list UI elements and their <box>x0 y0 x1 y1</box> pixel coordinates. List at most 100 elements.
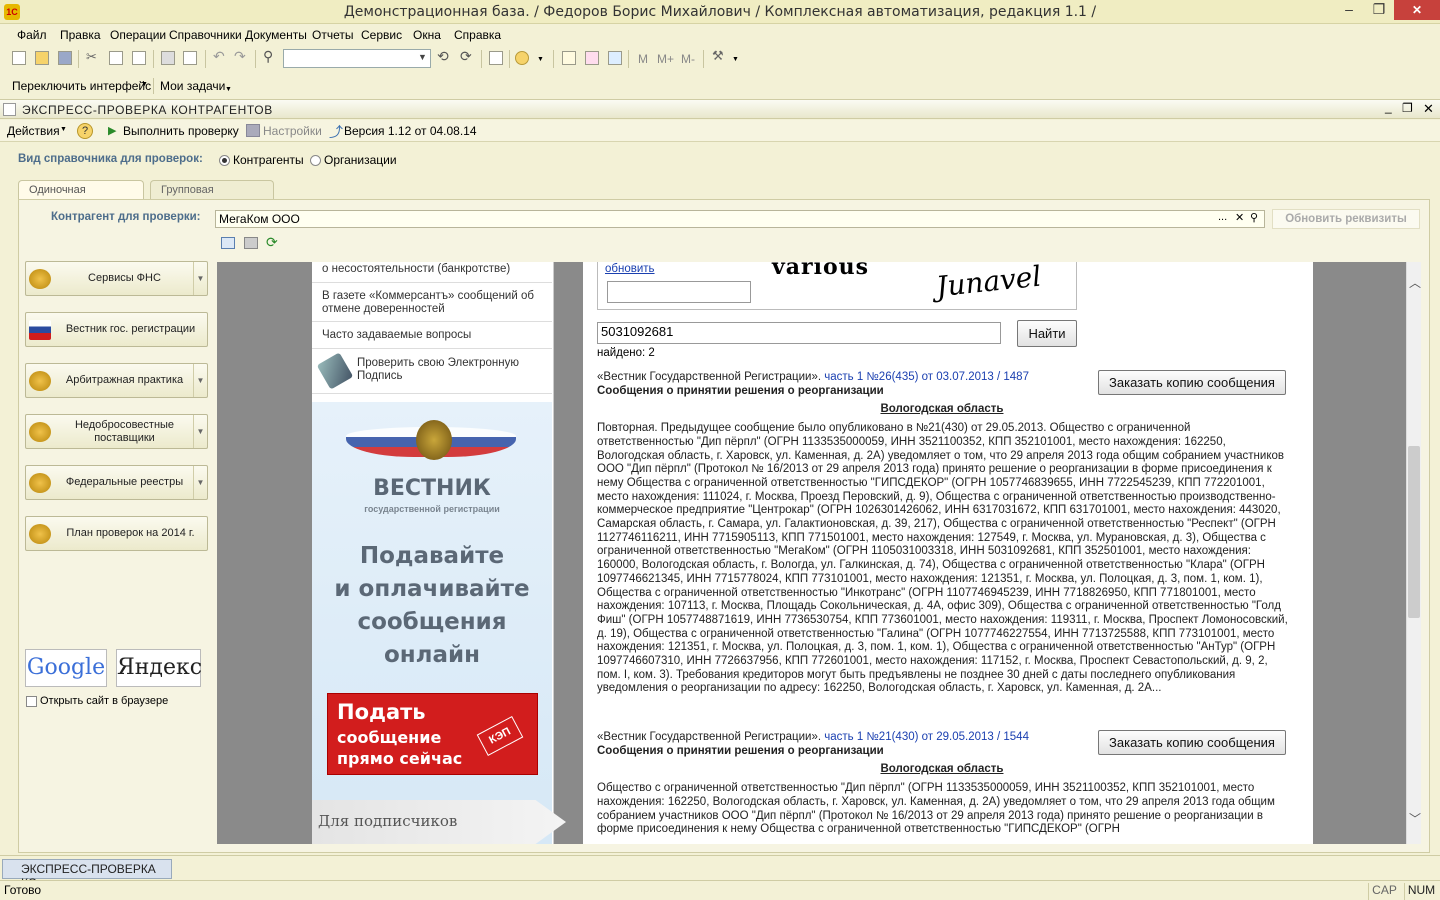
banner-slogan: Подавайте и оплачивайте сообщения онлайн <box>312 540 552 672</box>
banner-logo: ВЕСТНИК <box>373 476 491 501</box>
chevron-down-icon[interactable]: ▼ <box>537 56 544 63</box>
order-copy-button[interactable]: Заказать копию сообщения <box>1098 370 1286 395</box>
scrollbar-thumb[interactable] <box>1408 446 1420 618</box>
windows-icon[interactable] <box>489 51 503 65</box>
home-icon[interactable] <box>244 237 258 249</box>
chevron-down-icon[interactable]: ▼ <box>225 86 232 93</box>
vertical-scrollbar[interactable]: ︿ ﹀ <box>1406 262 1421 844</box>
menu-operations[interactable]: Операции <box>110 28 166 42</box>
link-faq[interactable]: Часто задаваемые вопросы <box>322 329 547 342</box>
chevron-down-icon[interactable]: ▼ <box>732 56 739 63</box>
scroll-up-icon[interactable]: ︿ <box>1409 274 1421 291</box>
restore-document-button[interactable]: ❐ <box>1402 101 1413 115</box>
chevron-down-icon[interactable]: ▼ <box>193 466 207 499</box>
paste-icon[interactable] <box>132 51 146 65</box>
chevron-down-icon[interactable]: ▼ <box>141 81 148 88</box>
service-unfair-suppliers-button[interactable]: Недобросовестные поставщики ▼ <box>25 414 208 449</box>
undo-icon[interactable]: ↶ <box>213 48 227 64</box>
restore-button[interactable]: ❐ <box>1364 0 1394 20</box>
calendar-icon[interactable] <box>585 51 599 65</box>
memory-button[interactable]: M <box>638 52 648 66</box>
users-icon[interactable] <box>608 51 622 65</box>
submit-message-button[interactable]: Подать сообщение прямо сейчас КЭП <box>327 693 538 775</box>
toolbar-separator <box>628 50 629 68</box>
copy-icon[interactable] <box>109 51 123 65</box>
captcha-refresh-link[interactable]: обновить <box>605 263 655 275</box>
open-browser-label: Открыть сайт в браузере <box>40 695 169 707</box>
taskbar-item[interactable]: ЭКСПРЕСС-ПРОВЕРКА КО... <box>2 859 172 890</box>
redo-icon[interactable]: ↷ <box>234 48 248 64</box>
result-ref-link[interactable]: часть 1 №21(430) от 29.05.2013 / 1544 <box>824 731 1029 743</box>
refresh-requisites-button[interactable]: Обновить реквизиты <box>1272 209 1420 229</box>
chevron-down-icon[interactable]: ▼ <box>193 415 207 448</box>
run-check-button[interactable]: Выполнить проверку <box>123 124 239 138</box>
settings-button[interactable]: Настройки <box>263 124 322 138</box>
yandex-button[interactable]: Яндекс <box>116 649 202 687</box>
menu-references[interactable]: Справочники <box>169 28 242 42</box>
refresh-icon[interactable]: ⟳ <box>266 234 278 251</box>
calculator-icon[interactable] <box>562 51 576 65</box>
find-next-icon[interactable]: ⟲ <box>437 48 451 64</box>
service-arbitrage-button[interactable]: Арбитражная практика ▼ <box>25 363 208 398</box>
tools-icon[interactable]: ⚒ <box>712 48 726 63</box>
close-document-button[interactable]: ✕ <box>1423 101 1434 117</box>
select-button[interactable]: ... <box>1218 211 1227 223</box>
captcha-input[interactable] <box>607 281 751 303</box>
clear-icon[interactable]: ✕ <box>1235 211 1244 224</box>
search-icon[interactable]: ⚲ <box>263 48 277 64</box>
menu-reports[interactable]: Отчеты <box>312 28 353 42</box>
print-preview-icon[interactable] <box>183 51 197 65</box>
back-icon[interactable] <box>221 237 235 249</box>
service-inspection-plan-button[interactable]: План проверок на 2014 г. <box>25 516 208 551</box>
minimize-document-button[interactable]: _ <box>1385 100 1392 114</box>
service-fns-button[interactable]: Сервисы ФНС ▼ <box>25 261 208 296</box>
radio-organizations[interactable]: Организации <box>310 153 397 167</box>
link-bankruptcy[interactable]: о несостоятельности (банкротстве) <box>322 263 547 276</box>
minimize-button[interactable]: – <box>1334 0 1364 20</box>
tab-single-check[interactable]: Одиночная проверка <box>18 180 144 208</box>
subscribers-tab[interactable]: Для подписчиков <box>312 800 566 844</box>
print-icon[interactable] <box>161 51 175 65</box>
service-vestnik-button[interactable]: Вестник гос. регистрации <box>25 312 208 347</box>
chevron-down-icon[interactable]: ▼ <box>193 364 207 397</box>
vestnik-banner[interactable]: ВЕСТНИК государственной регистрации Пода… <box>312 402 566 844</box>
memory-minus-button[interactable]: M- <box>681 52 695 66</box>
close-window-button[interactable]: ✕ <box>1394 0 1440 20</box>
menu-help[interactable]: Справка <box>454 28 501 42</box>
menu-service[interactable]: Сервис <box>361 28 402 42</box>
actions-menu[interactable]: Действия <box>7 124 60 138</box>
new-document-icon[interactable] <box>12 51 26 65</box>
open-folder-icon[interactable] <box>35 51 49 65</box>
service-federal-registers-button[interactable]: Федеральные реестры ▼ <box>25 465 208 500</box>
web-browser-view[interactable]: о несостоятельности (банкротстве) В газе… <box>217 262 1406 844</box>
switch-interface-button[interactable]: Переключить интерфейс <box>12 79 151 93</box>
open-browser-checkbox[interactable] <box>26 696 37 707</box>
chevron-down-icon[interactable]: ▼ <box>60 126 67 133</box>
google-button[interactable]: Google <box>25 649 107 687</box>
radio-contractors[interactable]: Контрагенты <box>219 153 304 167</box>
menu-windows[interactable]: Окна <box>413 28 441 42</box>
my-tasks-button[interactable]: Мои задачи <box>160 79 225 93</box>
help-icon[interactable]: ? <box>77 123 93 139</box>
toolbar-search-input[interactable] <box>283 49 431 68</box>
menu-file[interactable]: Файл <box>17 28 47 42</box>
order-copy-button[interactable]: Заказать копию сообщения <box>1098 730 1286 755</box>
lookup-icon[interactable]: ⚲ <box>1250 211 1258 224</box>
scroll-down-icon[interactable]: ﹀ <box>1409 810 1421 827</box>
link-kommersant[interactable]: В газете «Коммерсантъ» сообщений об отме… <box>322 290 547 316</box>
find-button[interactable]: Найти <box>1017 320 1077 347</box>
info-icon[interactable] <box>515 51 529 65</box>
link-check-signature[interactable]: Проверить свою Электронную Подпись <box>357 357 537 383</box>
chevron-down-icon[interactable]: ▼ <box>418 52 427 62</box>
inn-search-input[interactable]: 5031092681 <box>597 322 1001 344</box>
contractor-input[interactable]: МегаКом ООО ... ✕ ⚲ <box>215 210 1265 228</box>
menu-edit[interactable]: Правка <box>60 28 101 42</box>
save-icon[interactable] <box>58 51 72 65</box>
find-prev-icon[interactable]: ⟳ <box>460 48 474 64</box>
tab-group-check[interactable]: Групповая проверка <box>150 180 274 208</box>
result-ref-link[interactable]: часть 1 №26(435) от 03.07.2013 / 1487 <box>824 371 1029 383</box>
menu-documents[interactable]: Документы <box>245 28 307 42</box>
cut-icon[interactable]: ✂ <box>86 49 100 64</box>
memory-plus-button[interactable]: M+ <box>657 52 674 66</box>
chevron-down-icon[interactable]: ▼ <box>193 262 207 295</box>
